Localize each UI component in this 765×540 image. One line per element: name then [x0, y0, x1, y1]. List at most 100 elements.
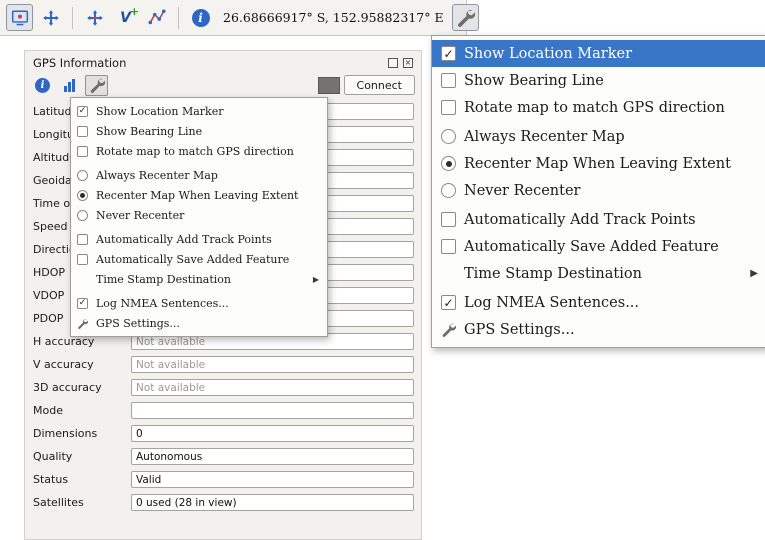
add-gps-vertex-button[interactable]: V+: [112, 4, 139, 31]
menu-item-always-recenter-map[interactable]: Always Recenter Map: [432, 123, 765, 150]
checkbox-unchecked-icon: [77, 254, 88, 265]
checkbox-unchecked-icon: [77, 146, 88, 157]
gps-track-icon: [148, 9, 166, 27]
radio-selected-icon: [441, 156, 456, 171]
menu-item-label: Automatically Save Added Feature: [96, 253, 289, 266]
field-value-input[interactable]: Not available: [131, 379, 414, 396]
field-label: V accuracy: [33, 356, 131, 373]
recenter-map-button[interactable]: [37, 4, 64, 31]
radio-unselected-icon: [441, 129, 456, 144]
menu-item-label: Always Recenter Map: [464, 129, 625, 145]
field-value-input[interactable]: 0: [131, 425, 414, 442]
menu-item-show-bearing-line[interactable]: Show Bearing Line: [71, 121, 327, 141]
menu-indent-spacer: [77, 274, 88, 285]
menu-item-recenter-map-when-leaving-extent[interactable]: Recenter Map When Leaving Extent: [71, 185, 327, 205]
menu-item-rotate-map-to-match-gps-direction[interactable]: Rotate map to match GPS direction: [71, 141, 327, 161]
menu-item-log-nmea-sentences[interactable]: ✓Log NMEA Sentences...: [71, 293, 327, 313]
checkbox-unchecked-icon: [77, 126, 88, 137]
field-value-input[interactable]: Not available: [131, 356, 414, 373]
field-row: Mode: [33, 402, 414, 419]
gps-coordinates: 26.68666917° S, 152.95882317° E: [223, 10, 444, 25]
menu-item-recenter-map-when-leaving-extent[interactable]: Recenter Map When Leaving Extent: [432, 150, 765, 177]
panel-title: GPS Information: [33, 56, 126, 70]
wrench-icon: [456, 8, 475, 27]
field-label: Quality: [33, 448, 131, 465]
wrench-icon: [77, 318, 88, 329]
menu-item-label: Automatically Save Added Feature: [464, 239, 719, 255]
menu-item-gps-settings[interactable]: GPS Settings...: [432, 316, 765, 343]
menu-item-show-bearing-line[interactable]: Show Bearing Line: [432, 67, 765, 94]
menu-item-time-stamp-destination[interactable]: Time Stamp Destination ▶: [432, 260, 765, 287]
connect-button[interactable]: Connect: [344, 75, 415, 95]
undock-icon[interactable]: [388, 58, 398, 68]
radio-unselected-icon: [441, 183, 456, 198]
field-row: Satellites0 used (28 in view): [33, 494, 414, 511]
checkbox-checked-icon: ✓: [441, 295, 456, 310]
info-icon: i: [35, 78, 50, 93]
panel-info-button[interactable]: i: [31, 75, 54, 96]
close-icon[interactable]: ×: [403, 58, 413, 68]
menu-item-label: Never Recenter: [96, 209, 184, 222]
panel-header: GPS Information ×: [25, 51, 421, 73]
radio-unselected-icon: [77, 170, 88, 181]
panel-toolbar: i Connect: [25, 73, 421, 99]
menu-item-label: Time Stamp Destination: [96, 273, 231, 286]
four-arrows-icon: [42, 9, 60, 27]
menu-item-label: Recenter Map When Leaving Extent: [96, 189, 298, 202]
menu-item-label: Show Bearing Line: [464, 73, 604, 89]
move-to-location-button[interactable]: [81, 4, 108, 31]
menu-item-automatically-add-track-points[interactable]: Automatically Add Track Points: [432, 206, 765, 233]
field-label: Mode: [33, 402, 131, 419]
menu-item-always-recenter-map[interactable]: Always Recenter Map: [71, 165, 327, 185]
menu-item-automatically-save-added-feature[interactable]: Automatically Save Added Feature: [71, 249, 327, 269]
checkbox-checked-icon: ✓: [77, 106, 88, 117]
field-value-input[interactable]: Valid: [131, 471, 414, 488]
menu-item-label: Recenter Map When Leaving Extent: [464, 156, 731, 172]
menu-item-label: Rotate map to match GPS direction: [464, 100, 725, 116]
menu-item-label: GPS Settings...: [96, 317, 180, 330]
menu-item-label: Time Stamp Destination: [464, 266, 642, 282]
gps-settings-menu-button[interactable]: [452, 4, 479, 31]
checkbox-unchecked-icon: [441, 239, 456, 254]
menu-item-automatically-add-track-points[interactable]: Automatically Add Track Points: [71, 229, 327, 249]
menu-item-show-location-marker[interactable]: ✓Show Location Marker: [432, 40, 765, 67]
menu-item-never-recenter[interactable]: Never Recenter: [71, 205, 327, 225]
four-arrows-icon: [86, 9, 104, 27]
panel-settings-menu-button[interactable]: [85, 75, 108, 96]
toolbar-separator: [178, 7, 179, 29]
radio-selected-icon: [77, 190, 88, 201]
toolbar-separator: [72, 7, 73, 29]
menu-item-never-recenter[interactable]: Never Recenter: [432, 177, 765, 204]
menu-item-automatically-save-added-feature[interactable]: Automatically Save Added Feature: [432, 233, 765, 260]
checkbox-unchecked-icon: [77, 234, 88, 245]
field-value-input[interactable]: 0 used (28 in view): [131, 494, 414, 511]
menu-item-label: Show Location Marker: [96, 105, 223, 118]
menu-item-gps-settings[interactable]: GPS Settings...: [71, 313, 327, 333]
field-value-input[interactable]: [131, 402, 414, 419]
field-row: 3D accuracyNot available: [33, 379, 414, 396]
radio-unselected-icon: [77, 210, 88, 221]
wrench-icon: [89, 77, 105, 93]
signal-strength-button[interactable]: [58, 75, 81, 96]
gps-panel-toggle-button[interactable]: [6, 4, 33, 31]
gps-info-button[interactable]: i: [187, 4, 214, 31]
menu-item-log-nmea-sentences[interactable]: ✓Log NMEA Sentences...: [432, 289, 765, 316]
small-menu: ✓ Show Location Marker Show Bearing LineRo…: [70, 97, 328, 337]
field-label: Satellites: [33, 494, 131, 511]
info-icon: i: [192, 9, 210, 27]
field-value-input[interactable]: Autonomous: [131, 448, 414, 465]
field-row: QualityAutonomous: [33, 448, 414, 465]
wrench-icon: [441, 322, 456, 337]
menu-item-time-stamp-destination[interactable]: Time Stamp Destination▶: [71, 269, 327, 289]
menu-item-label: Automatically Add Track Points: [96, 233, 272, 246]
field-label: Dimensions: [33, 425, 131, 442]
menu-item-show-location-marker[interactable]: ✓ Show Location Marker: [71, 101, 327, 121]
dark-swatch-button[interactable]: [318, 77, 340, 94]
gps-track-button[interactable]: [143, 4, 170, 31]
submenu-arrow-icon: ▶: [750, 268, 758, 279]
large-menu: ✓Show Location Marker Show Bearing Line Ro…: [431, 35, 765, 348]
menu-indent-spacer: [441, 266, 456, 281]
checkbox-checked-icon: ✓: [441, 46, 456, 61]
checkbox-unchecked-icon: [441, 73, 456, 88]
menu-item-rotate-map-to-match-gps-direction[interactable]: Rotate map to match GPS direction: [432, 94, 765, 121]
